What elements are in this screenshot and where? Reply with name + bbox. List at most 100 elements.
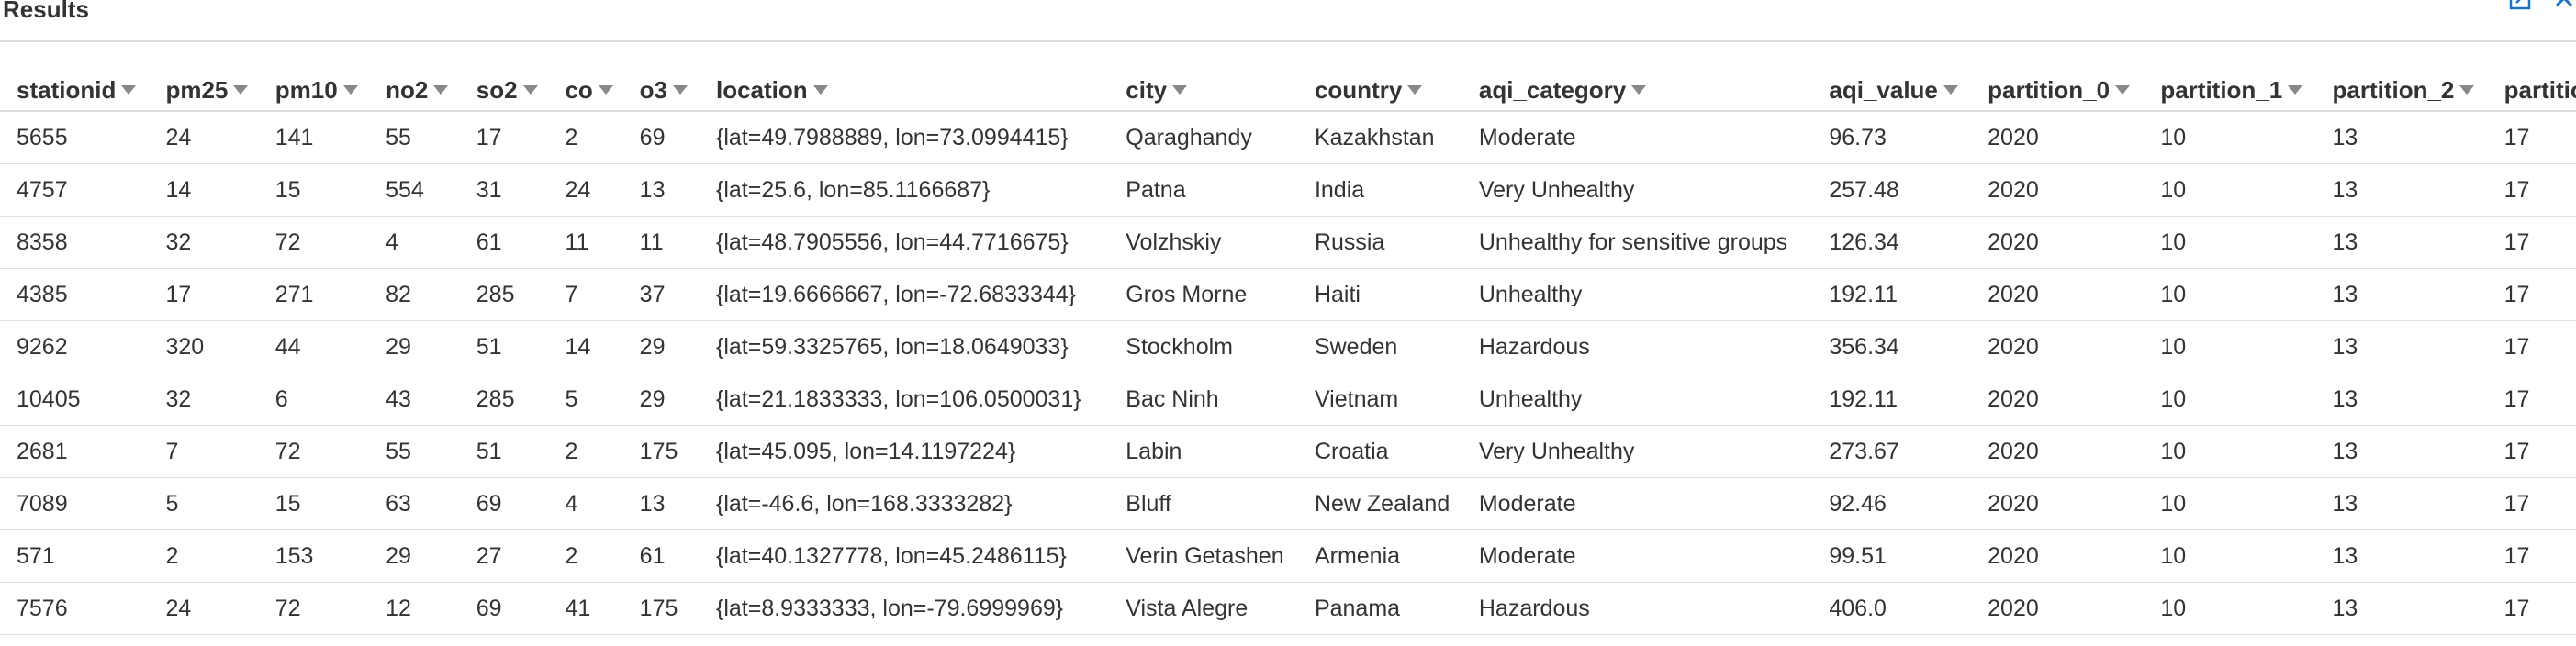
column-header-o3[interactable]: o3 [622, 70, 700, 112]
table-cell-stationid: 9262 [0, 320, 150, 373]
column-header-partition-1[interactable]: partition_1 [2144, 70, 2316, 112]
table-row[interactable]: 9262 320 44 29 51 14 29 {lat=59.3325765, lon=18… [0, 320, 2576, 373]
table-cell-partition-3: 17 [2487, 163, 2576, 217]
table-cell-o3: 37 [622, 268, 700, 321]
column-header-partition-3[interactable]: partition_3 [2487, 70, 2576, 112]
table-cell-pm25: 320 [149, 320, 259, 373]
sort-caret-icon[interactable] [342, 84, 358, 95]
column-header-so2[interactable]: so2 [459, 70, 549, 112]
table-cell-aqi-category: Very Unhealthy [1462, 425, 1813, 478]
sort-caret-icon[interactable] [598, 84, 613, 95]
column-header-pm10[interactable]: pm10 [258, 70, 370, 112]
column-header-label: partition_0 [1988, 75, 2111, 104]
table-cell-o3: 13 [622, 163, 700, 217]
table-cell-pm25: 24 [149, 111, 259, 164]
sort-caret-icon[interactable] [673, 84, 689, 95]
table-cell-country: Kazakhstan [1297, 111, 1462, 164]
table-row[interactable]: 571 2 153 29 27 2 61 {lat=40.1327778, lon=45.24… [0, 529, 2576, 583]
column-header-no2[interactable]: no2 [369, 70, 460, 112]
results-table: stationid pm25 pm10 no2 so2 co o3 location city c… [0, 70, 2576, 635]
table-cell-partition-0: 2020 [1971, 268, 2145, 321]
sort-caret-icon[interactable] [2288, 84, 2303, 95]
table-cell-pm10: 72 [258, 425, 370, 478]
column-header-label: pm25 [165, 75, 229, 104]
sort-caret-icon[interactable] [1631, 84, 1647, 95]
table-cell-co: 2 [548, 529, 623, 583]
sort-caret-icon[interactable] [522, 84, 538, 95]
column-header-label: pm10 [274, 75, 338, 104]
sort-caret-icon[interactable] [2115, 84, 2131, 95]
table-cell-partition-3: 17 [2487, 582, 2576, 635]
table-cell-o3: 29 [622, 320, 700, 373]
sort-caret-icon[interactable] [812, 84, 828, 95]
table-cell-city: Volzhskiy [1109, 216, 1298, 269]
table-cell-partition-2: 13 [2315, 111, 2488, 164]
table-cell-pm10: 15 [258, 163, 370, 217]
column-header-label: country [1314, 75, 1403, 104]
table-cell-city: Patna [1109, 163, 1298, 217]
table-row[interactable]: 4757 14 15 554 31 24 13 {lat=25.6, lon=85.11666… [0, 163, 2576, 217]
column-header-aqi-category[interactable]: aqi_category [1462, 70, 1813, 112]
column-header-partition-2[interactable]: partition_2 [2315, 70, 2488, 112]
table-cell-partition-3: 17 [2487, 477, 2576, 530]
column-header-label: location [715, 75, 808, 104]
table-cell-so2: 285 [459, 268, 549, 321]
table-cell-location: {lat=49.7988889, lon=73.0994415} [699, 111, 1110, 164]
table-body: 5655 24 141 55 17 2 69 {lat=49.7988889, lon=73.… [0, 111, 2576, 635]
table-cell-partition-0: 2020 [1971, 163, 2145, 217]
table-cell-city: Stockholm [1109, 320, 1298, 373]
table-cell-so2: 27 [459, 529, 549, 583]
table-cell-no2: 4 [369, 216, 460, 269]
table-cell-partition-3: 17 [2487, 373, 2576, 426]
results-panel-header: Results [0, 0, 2576, 42]
table-row[interactable]: 2681 7 72 55 51 2 175 {lat=45.095, lon=14.11972… [0, 425, 2576, 478]
column-header-aqi-value[interactable]: aqi_value [1812, 70, 1972, 112]
column-header-pm25[interactable]: pm25 [149, 70, 259, 112]
column-header-city[interactable]: city [1109, 70, 1298, 112]
table-cell-partition-1: 10 [2144, 320, 2316, 373]
table-cell-partition-0: 2020 [1971, 373, 2145, 426]
close-icon[interactable] [2552, 0, 2576, 11]
table-cell-partition-0: 2020 [1971, 216, 2145, 269]
table-cell-country: New Zealand [1297, 477, 1462, 530]
table-row[interactable]: 8358 32 72 4 61 11 11 {lat=48.7905556, lon=44.7… [0, 216, 2576, 269]
results-table-container[interactable]: stationid pm25 pm10 no2 so2 co o3 location city c… [0, 70, 2576, 646]
table-cell-location: {lat=8.9333333, lon=-79.6999969} [699, 582, 1110, 635]
table-cell-partition-1: 10 [2144, 268, 2316, 321]
sort-caret-icon[interactable] [121, 84, 137, 95]
table-cell-no2: 55 [369, 425, 460, 478]
table-cell-no2: 554 [369, 163, 460, 217]
sort-caret-icon[interactable] [1407, 84, 1423, 95]
table-cell-city: Vista Alegre [1109, 582, 1298, 635]
table-cell-no2: 12 [369, 582, 460, 635]
table-cell-co: 24 [548, 163, 623, 217]
table-cell-pm10: 15 [258, 477, 370, 530]
column-header-co[interactable]: co [548, 70, 623, 112]
table-cell-partition-0: 2020 [1971, 320, 2145, 373]
expand-icon[interactable] [2508, 0, 2532, 11]
sort-caret-icon[interactable] [2459, 84, 2475, 95]
sort-caret-icon[interactable] [1172, 84, 1188, 95]
sort-caret-icon[interactable] [433, 84, 449, 95]
table-cell-stationid: 7576 [0, 582, 150, 635]
panel-actions [2508, 0, 2576, 11]
table-cell-co: 41 [548, 582, 623, 635]
table-cell-aqi-value: 99.51 [1812, 529, 1972, 583]
sort-caret-icon[interactable] [1943, 84, 1958, 95]
table-cell-location: {lat=25.6, lon=85.1166687} [699, 163, 1110, 217]
table-cell-aqi-category: Moderate [1462, 111, 1813, 164]
table-row[interactable]: 4385 17 271 82 285 7 37 {lat=19.6666667, lon=-7… [0, 268, 2576, 321]
column-header-location[interactable]: location [699, 70, 1110, 112]
table-cell-partition-3: 17 [2487, 320, 2576, 373]
sort-caret-icon[interactable] [233, 84, 249, 95]
table-cell-partition-2: 13 [2315, 163, 2488, 217]
table-cell-stationid: 4385 [0, 268, 150, 321]
column-header-stationid[interactable]: stationid [0, 70, 150, 112]
table-row[interactable]: 10405 32 6 43 285 5 29 {lat=21.1833333, lon=106… [0, 373, 2576, 426]
table-row[interactable]: 5655 24 141 55 17 2 69 {lat=49.7988889, lon=73.… [0, 111, 2576, 164]
column-header-country[interactable]: country [1297, 70, 1462, 112]
table-row[interactable]: 7089 5 15 63 69 4 13 {lat=-46.6, lon=168.333328… [0, 477, 2576, 530]
table-cell-aqi-category: Hazardous [1462, 320, 1813, 373]
table-row[interactable]: 7576 24 72 12 69 41 175 {lat=8.9333333, lon=-79… [0, 582, 2576, 635]
column-header-partition-0[interactable]: partition_0 [1971, 70, 2145, 112]
